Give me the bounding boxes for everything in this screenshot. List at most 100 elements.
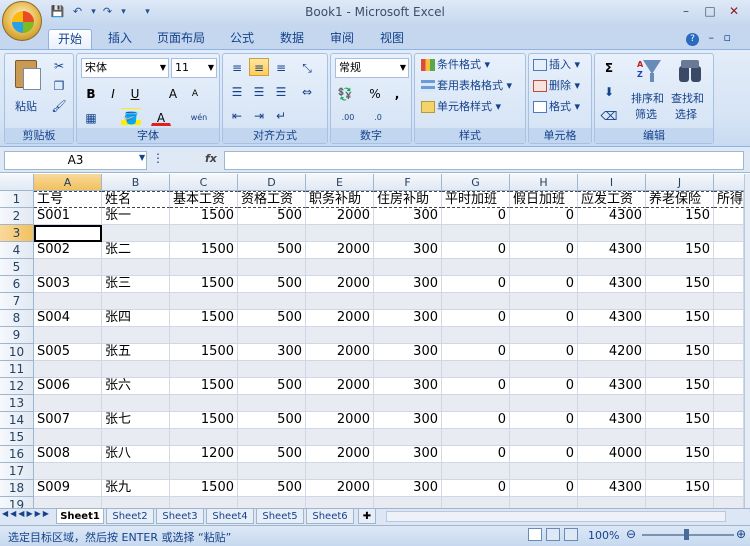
empty-cell[interactable] <box>714 293 744 310</box>
sheet-tab-sheet5[interactable]: Sheet5 <box>256 509 304 524</box>
percent-button[interactable]: % <box>365 84 385 102</box>
data-cell[interactable]: 0 <box>442 208 510 225</box>
row-header-4[interactable]: 4 <box>0 242 34 259</box>
empty-cell[interactable] <box>170 463 238 480</box>
data-cell[interactable]: 张六 <box>102 378 170 395</box>
data-cell[interactable]: 1500 <box>170 378 238 395</box>
data-cell[interactable]: 500 <box>238 276 306 293</box>
header-cell[interactable]: 养老保险 <box>646 191 714 208</box>
tab-data[interactable]: 数据 <box>272 29 312 49</box>
empty-cell[interactable] <box>578 463 646 480</box>
data-cell[interactable]: S001 <box>34 208 102 225</box>
column-header-i[interactable]: I <box>578 174 646 191</box>
empty-cell[interactable] <box>306 225 374 242</box>
data-cell[interactable]: 300 <box>374 412 442 429</box>
header-cell[interactable]: 工号 <box>34 191 102 208</box>
sheet-nav-icons[interactable]: ◀◀◀▶▶▶ <box>2 509 51 518</box>
data-cell[interactable]: S003 <box>34 276 102 293</box>
header-cell[interactable]: 应发工资 <box>578 191 646 208</box>
row-header-12[interactable]: 12 <box>0 378 34 395</box>
wrap-text-icon[interactable]: ↵ <box>271 106 291 124</box>
empty-cell[interactable] <box>442 293 510 310</box>
empty-cell[interactable] <box>102 395 170 412</box>
empty-cell[interactable] <box>170 429 238 446</box>
font-size-select[interactable]: 11 ▼ <box>171 58 217 78</box>
data-cell[interactable]: 张二 <box>102 242 170 259</box>
paste-icon[interactable] <box>11 58 43 98</box>
header-cell[interactable]: 住房补助 <box>374 191 442 208</box>
zoom-level[interactable]: 100% <box>588 529 619 542</box>
data-cell[interactable]: 4300 <box>578 276 646 293</box>
empty-cell[interactable] <box>578 225 646 242</box>
empty-cell[interactable] <box>374 259 442 276</box>
delete-cells-button[interactable]: 删除 ▾ <box>533 79 580 93</box>
empty-cell[interactable] <box>374 361 442 378</box>
underline-button[interactable]: U <box>125 84 145 102</box>
row-header-5[interactable]: 5 <box>0 259 34 276</box>
empty-cell[interactable] <box>34 293 102 310</box>
active-cell[interactable] <box>34 225 102 242</box>
data-cell[interactable]: 4200 <box>578 344 646 361</box>
data-cell[interactable]: 2000 <box>306 344 374 361</box>
empty-cell[interactable] <box>238 429 306 446</box>
empty-cell[interactable] <box>238 327 306 344</box>
close-icon[interactable]: ✕ <box>724 3 744 19</box>
empty-cell[interactable] <box>510 259 578 276</box>
data-cell[interactable]: 500 <box>238 242 306 259</box>
empty-cell[interactable] <box>442 395 510 412</box>
data-cell[interactable]: 2000 <box>306 378 374 395</box>
data-cell[interactable]: 0 <box>442 480 510 497</box>
empty-cell[interactable] <box>646 429 714 446</box>
data-cell[interactable]: 150 <box>646 344 714 361</box>
data-cell[interactable]: 1500 <box>170 208 238 225</box>
column-header-d[interactable]: D <box>238 174 306 191</box>
empty-cell[interactable] <box>238 395 306 412</box>
empty-cell[interactable] <box>578 327 646 344</box>
data-cell[interactable]: S006 <box>34 378 102 395</box>
data-cell[interactable]: 2000 <box>306 208 374 225</box>
number-format-select[interactable]: 常规 ▼ <box>335 58 409 78</box>
empty-cell[interactable] <box>646 293 714 310</box>
empty-cell[interactable] <box>238 463 306 480</box>
minimize-icon[interactable]: – <box>676 3 696 19</box>
empty-cell[interactable] <box>510 497 578 508</box>
empty-cell[interactable] <box>714 412 744 429</box>
select-all-corner[interactable] <box>0 174 34 191</box>
empty-cell[interactable] <box>714 242 744 259</box>
bold-button[interactable]: B <box>81 84 101 102</box>
empty-cell[interactable] <box>170 395 238 412</box>
empty-cell[interactable] <box>578 259 646 276</box>
empty-cell[interactable] <box>306 293 374 310</box>
sheet-tab-sheet6[interactable]: Sheet6 <box>306 509 354 524</box>
empty-cell[interactable] <box>306 327 374 344</box>
fill-color-icon[interactable]: 🪣 <box>121 108 141 126</box>
data-cell[interactable]: 2000 <box>306 480 374 497</box>
data-cell[interactable]: 4300 <box>578 480 646 497</box>
empty-cell[interactable] <box>102 361 170 378</box>
empty-cell[interactable] <box>170 225 238 242</box>
copy-icon[interactable]: ❐ <box>49 76 69 94</box>
conditional-formatting-button[interactable]: 条件格式 ▾ <box>421 58 490 72</box>
data-cell[interactable]: 张三 <box>102 276 170 293</box>
page-layout-view-icon[interactable] <box>546 528 560 541</box>
empty-cell[interactable] <box>170 497 238 508</box>
data-cell[interactable]: 300 <box>374 276 442 293</box>
sort-filter-icon[interactable]: A Z <box>637 58 663 84</box>
data-cell[interactable]: 150 <box>646 276 714 293</box>
data-cell[interactable]: 4000 <box>578 446 646 463</box>
empty-cell[interactable] <box>170 361 238 378</box>
align-bottom-icon[interactable]: ≡ <box>271 58 291 76</box>
data-cell[interactable]: 150 <box>646 378 714 395</box>
align-right-icon[interactable]: ☰ <box>271 82 291 100</box>
decrease-decimal-icon[interactable]: .0 <box>365 108 391 126</box>
empty-cell[interactable] <box>306 463 374 480</box>
data-cell[interactable]: 2000 <box>306 276 374 293</box>
row-header-17[interactable]: 17 <box>0 463 34 480</box>
empty-cell[interactable] <box>238 259 306 276</box>
formula-input[interactable] <box>224 151 744 170</box>
currency-icon[interactable]: 💱 <box>335 84 355 102</box>
empty-cell[interactable] <box>646 361 714 378</box>
empty-cell[interactable] <box>442 361 510 378</box>
empty-cell[interactable] <box>102 293 170 310</box>
empty-cell[interactable] <box>714 497 744 508</box>
